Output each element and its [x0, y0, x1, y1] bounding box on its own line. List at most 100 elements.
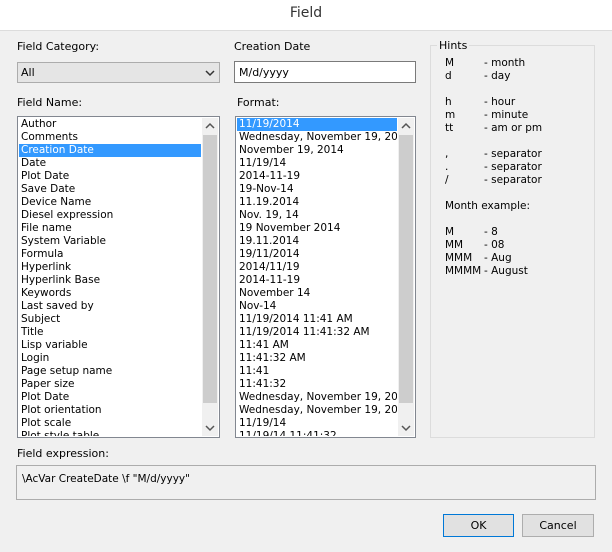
- format-item[interactable]: 19 November 2014: [237, 222, 397, 235]
- format-item[interactable]: 19/11/2014: [237, 248, 397, 261]
- field-name-item[interactable]: Device Name: [19, 196, 201, 209]
- month-example-title: Month example:: [445, 200, 530, 212]
- field-name-item[interactable]: Lisp variable: [19, 339, 201, 352]
- hint-key: MMMM: [445, 265, 482, 277]
- hint-description: - minute: [484, 109, 529, 121]
- hint-key: ,: [445, 148, 449, 160]
- format-item[interactable]: November 19, 2014: [237, 144, 397, 157]
- field-name-item[interactable]: Author: [19, 118, 201, 131]
- format-item[interactable]: Wednesday, November 19, 2014: [237, 391, 397, 404]
- scroll-up-icon[interactable]: [202, 118, 218, 134]
- format-item[interactable]: November 14: [237, 287, 397, 300]
- field-category-label: Field Category:: [17, 40, 100, 53]
- format-item[interactable]: 11:41: [237, 365, 397, 378]
- field-name-scroll-thumb[interactable]: [203, 135, 217, 403]
- field-name-item[interactable]: Login: [19, 352, 201, 365]
- format-items: 11/19/2014 Wednesday, November 19, 2014 No…: [237, 118, 397, 436]
- field-expression-box: \AcVar CreateDate \f "M/d/yyyy": [16, 465, 596, 500]
- format-label: Format:: [237, 96, 280, 109]
- hint-description: - separator: [484, 148, 542, 160]
- field-name-item[interactable]: Plot Date: [19, 391, 201, 404]
- format-item[interactable]: 2014/11/19: [237, 261, 397, 274]
- field-name-item[interactable]: Title: [19, 326, 201, 339]
- field-name-items: Author Comments Creation Date Date Plot Date…: [19, 118, 201, 436]
- format-item[interactable]: 11/19/14: [237, 157, 397, 170]
- scroll-down-icon[interactable]: [398, 420, 414, 436]
- format-item[interactable]: 19.11.2014: [237, 235, 397, 248]
- format-item[interactable]: Wednesday, November 19, 2014: [237, 404, 397, 417]
- chevron-down-icon: [205, 70, 215, 77]
- field-name-item[interactable]: Plot Date: [19, 170, 201, 183]
- field-name-item[interactable]: File name: [19, 222, 201, 235]
- hint-key: M: [445, 226, 455, 238]
- hint-key: .: [445, 161, 449, 173]
- hint-description: - 08: [484, 239, 505, 251]
- scroll-up-icon[interactable]: [398, 118, 414, 134]
- field-name-item[interactable]: Formula: [19, 248, 201, 261]
- field-name-item[interactable]: System Variable: [19, 235, 201, 248]
- hint-key: /: [445, 174, 449, 186]
- field-name-label: Field Name:: [17, 96, 83, 109]
- hint-key: m: [445, 109, 456, 121]
- format-item[interactable]: 11:41 AM: [237, 339, 397, 352]
- field-name-item[interactable]: Hyperlink: [19, 261, 201, 274]
- format-item[interactable]: 2014-11-19: [237, 170, 397, 183]
- format-list[interactable]: 11/19/2014 Wednesday, November 19, 2014 No…: [235, 116, 416, 438]
- field-name-item[interactable]: Subject: [19, 313, 201, 326]
- ok-button[interactable]: OK: [443, 514, 514, 537]
- field-name-item[interactable]: Paper size: [19, 378, 201, 391]
- hint-key: MMM: [445, 252, 473, 264]
- hint-description: - am or pm: [484, 122, 543, 134]
- date-format-input[interactable]: M/d/yyyy: [234, 61, 416, 83]
- format-item[interactable]: 11/19/14 11:41:32: [237, 430, 397, 436]
- format-item[interactable]: Nov. 19, 14: [237, 209, 397, 222]
- format-item[interactable]: 11:41:32: [237, 378, 397, 391]
- field-name-item[interactable]: Diesel expression: [19, 209, 201, 222]
- format-item[interactable]: 11/19/2014: [237, 118, 397, 131]
- field-name-item[interactable]: Last saved by: [19, 300, 201, 313]
- scroll-down-icon[interactable]: [202, 420, 218, 436]
- field-name-item[interactable]: Comments: [19, 131, 201, 144]
- field-name-item[interactable]: Plot style table: [19, 430, 201, 436]
- format-item[interactable]: 11/19/2014 11:41 AM: [237, 313, 397, 326]
- hint-description: - month: [484, 57, 526, 69]
- window-title: Field: [289, 5, 323, 21]
- format-scroll-thumb[interactable]: [399, 135, 413, 403]
- field-category-value: All: [21, 66, 35, 79]
- format-item[interactable]: 11:41:32 AM: [237, 352, 397, 365]
- hint-key: M: [445, 57, 455, 69]
- hint-description: - August: [484, 265, 528, 277]
- hint-description: - separator: [484, 161, 542, 173]
- field-expression-label: Field expression:: [17, 447, 109, 460]
- field-name-item[interactable]: Creation Date: [19, 144, 201, 157]
- format-item[interactable]: 11/19/2014 11:41:32 AM: [237, 326, 397, 339]
- field-name-item[interactable]: Save Date: [19, 183, 201, 196]
- format-item[interactable]: 2014-11-19: [237, 274, 397, 287]
- creation-date-label: Creation Date: [234, 40, 311, 53]
- format-item[interactable]: Wednesday, November 19, 2014: [237, 131, 397, 144]
- field-category-dropdown[interactable]: All: [17, 62, 220, 83]
- hint-description: - hour: [484, 96, 516, 108]
- field-name-list[interactable]: Author Comments Creation Date Date Plot Date…: [17, 116, 220, 438]
- hint-key: MM: [445, 239, 464, 251]
- format-item[interactable]: 19-Nov-14: [237, 183, 397, 196]
- format-item[interactable]: 11/19/14: [237, 417, 397, 430]
- format-scrollbar[interactable]: [398, 118, 414, 436]
- hint-description: - separator: [484, 174, 542, 186]
- hint-description: - day: [484, 70, 511, 82]
- field-name-item[interactable]: Plot orientation: [19, 404, 201, 417]
- field-name-item[interactable]: Keywords: [19, 287, 201, 300]
- format-item[interactable]: Nov-14: [237, 300, 397, 313]
- format-item[interactable]: 11.19.2014: [237, 196, 397, 209]
- title-bar: Field: [0, 0, 612, 31]
- field-name-scrollbar[interactable]: [202, 118, 218, 436]
- field-name-item[interactable]: Plot scale: [19, 417, 201, 430]
- field-name-item[interactable]: Date: [19, 157, 201, 170]
- cancel-button[interactable]: Cancel: [522, 514, 594, 537]
- field-name-item[interactable]: Hyperlink Base: [19, 274, 201, 287]
- hint-description: - 8: [484, 226, 498, 238]
- date-format-value: M/d/yyyy: [239, 66, 289, 79]
- hint-key: d: [445, 70, 452, 82]
- field-name-item[interactable]: Page setup name: [19, 365, 201, 378]
- hint-key: tt: [445, 122, 454, 134]
